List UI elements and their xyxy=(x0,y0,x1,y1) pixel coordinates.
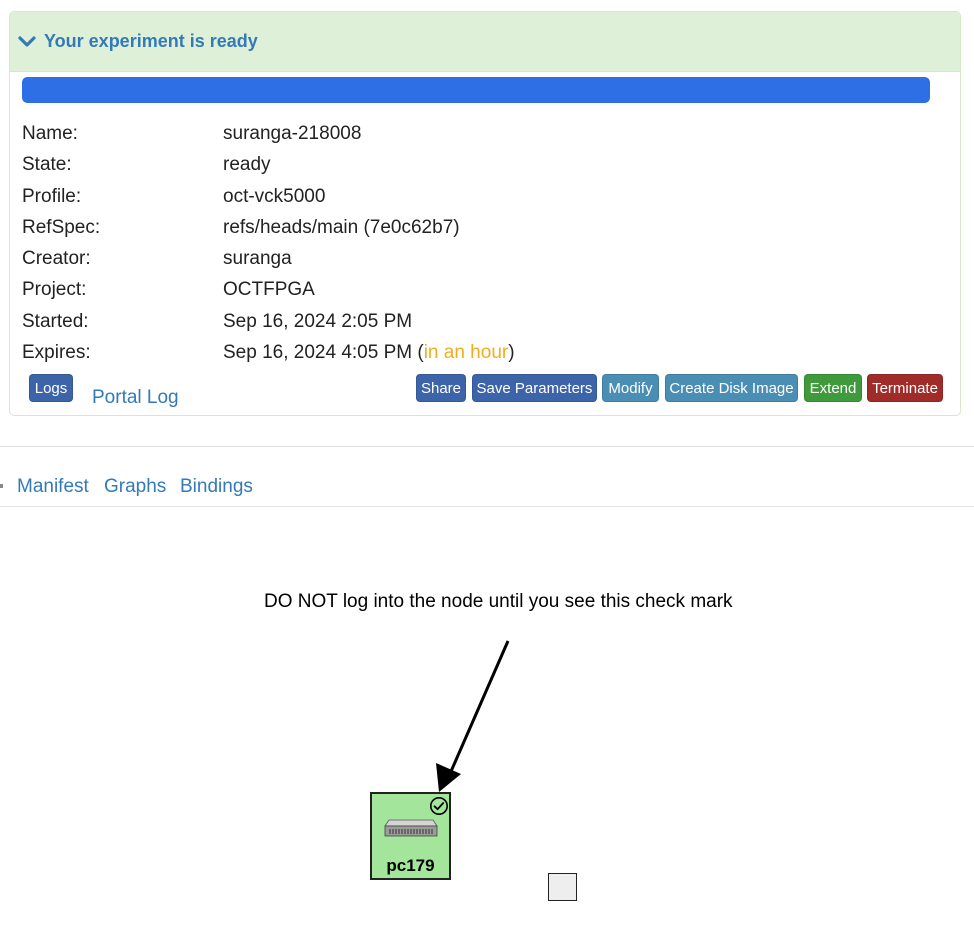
check-circle-icon xyxy=(430,797,448,815)
server-icon xyxy=(384,819,438,837)
panel-title[interactable]: Your experiment is ready xyxy=(44,31,258,52)
experiment-info: Name: suranga-218008 State: ready Profil… xyxy=(22,118,515,368)
lan-box[interactable] xyxy=(548,873,577,901)
checkmark-notice: DO NOT log into the node until you see t… xyxy=(264,591,733,612)
started-row: Started: Sep 16, 2024 2:05 PM xyxy=(22,306,515,337)
started-label: Started: xyxy=(22,310,89,332)
divider xyxy=(0,446,974,447)
node-label: pc179 xyxy=(386,856,435,875)
project-label: Project: xyxy=(22,279,87,301)
project-link[interactable]: OCTFPGA xyxy=(223,274,315,305)
portal-log-link[interactable]: Portal Log xyxy=(92,387,179,409)
state-label: State: xyxy=(22,154,72,176)
refspec-value: refs/heads/main (7e0c62b7) xyxy=(223,216,460,238)
profile-label: Profile: xyxy=(22,185,82,207)
name-label: Name: xyxy=(22,123,78,144)
terminate-button[interactable]: Terminate xyxy=(867,374,943,402)
creator-row: Creator: suranga xyxy=(22,243,515,274)
started-value: Sep 16, 2024 2:05 PM xyxy=(223,310,413,332)
creator-link[interactable]: suranga xyxy=(223,243,292,274)
panel-heading[interactable]: Your experiment is ready xyxy=(10,12,960,72)
name-value: suranga-218008 xyxy=(223,123,362,144)
name-row: Name: suranga-218008 xyxy=(22,118,515,149)
state-value: ready xyxy=(223,154,271,176)
expires-paren-close: ) xyxy=(508,342,515,364)
modify-button[interactable]: Modify xyxy=(602,374,659,402)
expires-relative: in an hour xyxy=(423,342,509,364)
expires-label: Expires: xyxy=(22,342,91,364)
expires-paren-open: ( xyxy=(412,342,424,364)
tab-manifest[interactable]: Manifest xyxy=(17,476,89,498)
expires-value: Sep 16, 2024 4:05 PM (in an hour) xyxy=(223,337,515,368)
expires-row: Expires: Sep 16, 2024 4:05 PM (in an hou… xyxy=(22,337,515,368)
create-disk-image-button[interactable]: Create Disk Image xyxy=(665,374,798,402)
extend-button[interactable]: Extend xyxy=(804,374,862,402)
project-row: Project: OCTFPGA xyxy=(22,274,515,305)
tab-graphs[interactable]: Graphs xyxy=(104,476,166,498)
chevron-down-icon[interactable] xyxy=(18,33,36,51)
progress-bar xyxy=(22,77,930,103)
logs-button[interactable]: Logs xyxy=(29,374,73,402)
tab-bindings[interactable]: Bindings xyxy=(180,476,253,498)
profile-row: Profile: oct-vck5000 xyxy=(22,181,515,212)
creator-label: Creator: xyxy=(22,248,91,270)
progress-fill xyxy=(22,77,930,103)
expires-date: Sep 16, 2024 4:05 PM xyxy=(223,342,413,364)
refspec-label: RefSpec: xyxy=(22,216,101,238)
tab-overflow-marker xyxy=(0,484,3,488)
node-pc179[interactable]: pc179 xyxy=(370,792,451,880)
refspec-row: RefSpec: refs/heads/main (7e0c62b7) xyxy=(22,212,515,243)
share-button[interactable]: Share xyxy=(416,374,466,402)
save-parameters-button[interactable]: Save Parameters xyxy=(472,374,597,402)
state-row: State: ready xyxy=(22,149,515,180)
arrow-pointer xyxy=(436,640,510,792)
tabs-divider xyxy=(0,506,974,507)
profile-link[interactable]: oct-vck5000 xyxy=(223,181,325,212)
